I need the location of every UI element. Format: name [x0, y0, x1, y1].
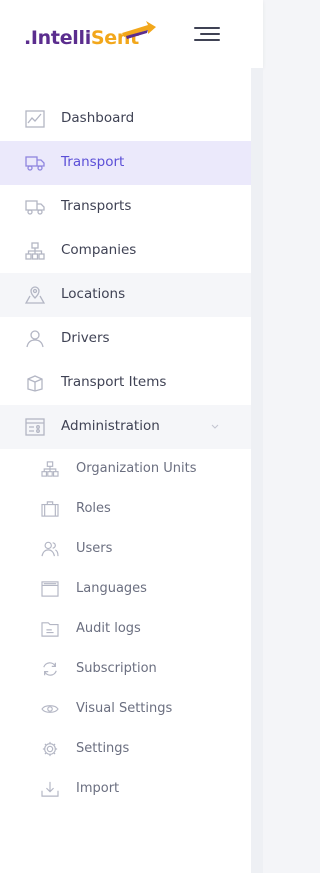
submenu-item-organization-units[interactable]: Organization Units [0, 449, 251, 489]
sidebar-item-administration[interactable]: Administration [0, 405, 251, 449]
inbox-icon [40, 580, 60, 598]
truck-icon [25, 197, 45, 217]
box-icon [25, 373, 45, 393]
refresh-icon [40, 660, 60, 678]
briefcase-icon [40, 500, 60, 518]
submenu-item-label: Audit logs [76, 621, 141, 636]
sidebar-item-transport-items[interactable]: Transport Items [0, 361, 251, 405]
submenu-item-label: Settings [76, 741, 130, 756]
top-header: .IntelliSent [0, 0, 263, 68]
submenu-item-label: Visual Settings [76, 701, 173, 716]
sidebar-item-label: Locations [61, 286, 126, 302]
submenu-item-roles[interactable]: Roles [0, 489, 251, 529]
brand-logo[interactable]: .IntelliSent [24, 19, 164, 51]
hamburger-line [194, 39, 220, 41]
submenu-item-users[interactable]: Users [0, 529, 251, 569]
submenu-item-subscription[interactable]: Subscription [0, 649, 251, 689]
users-icon [40, 540, 60, 558]
truck-icon [25, 153, 45, 173]
map-marker-icon [25, 285, 45, 305]
sidebar-item-transports[interactable]: Transports [0, 185, 251, 229]
org-chart-icon [25, 241, 45, 261]
sidebar-item-label: Transport [61, 154, 125, 170]
submenu-item-languages[interactable]: Languages [0, 569, 251, 609]
submenu-item-import[interactable]: Import [0, 769, 251, 809]
folder-icon [40, 620, 60, 638]
sidebar-item-label: Companies [61, 242, 137, 258]
sidebar-item-label: Transport Items [61, 374, 167, 390]
sidebar: Dashboard Transport Transports Companies [0, 68, 251, 873]
submenu-item-label: Import [76, 781, 120, 796]
download-icon [40, 780, 60, 798]
sidebar-scrollbar[interactable] [251, 68, 263, 873]
org-chart-icon [40, 460, 60, 478]
administration-submenu: Organization Units Roles Users Languages [0, 449, 251, 809]
submenu-item-label: Roles [76, 501, 111, 516]
sidebar-item-label: Administration [61, 418, 160, 434]
sidebar-menu: Dashboard Transport Transports Companies [0, 97, 251, 809]
chart-line-icon [25, 109, 45, 129]
sidebar-item-label: Dashboard [61, 110, 135, 126]
submenu-item-label: Languages [76, 581, 147, 596]
hamburger-line [194, 27, 220, 29]
hamburger-line [200, 33, 220, 35]
sidebar-item-locations[interactable]: Locations [0, 273, 251, 317]
admin-panel-icon [25, 417, 45, 437]
submenu-item-settings[interactable]: Settings [0, 729, 251, 769]
chevron-down-icon [211, 424, 219, 429]
submenu-item-label: Users [76, 541, 113, 556]
sidebar-item-companies[interactable]: Companies [0, 229, 251, 273]
sidebar-item-transport[interactable]: Transport [0, 141, 251, 185]
sidebar-item-dashboard[interactable]: Dashboard [0, 97, 251, 141]
submenu-item-label: Organization Units [76, 461, 197, 476]
sidebar-item-label: Drivers [61, 330, 110, 346]
menu-toggle-button[interactable] [194, 24, 222, 44]
sidebar-item-drivers[interactable]: Drivers [0, 317, 251, 361]
gear-icon [40, 740, 60, 758]
sidebar-item-label: Transports [61, 198, 132, 214]
eye-icon [40, 700, 60, 718]
submenu-item-audit-logs[interactable]: Audit logs [0, 609, 251, 649]
logo-arrow-icon [122, 21, 156, 39]
submenu-item-label: Subscription [76, 661, 157, 676]
user-icon [25, 329, 45, 349]
submenu-item-visual-settings[interactable]: Visual Settings [0, 689, 251, 729]
